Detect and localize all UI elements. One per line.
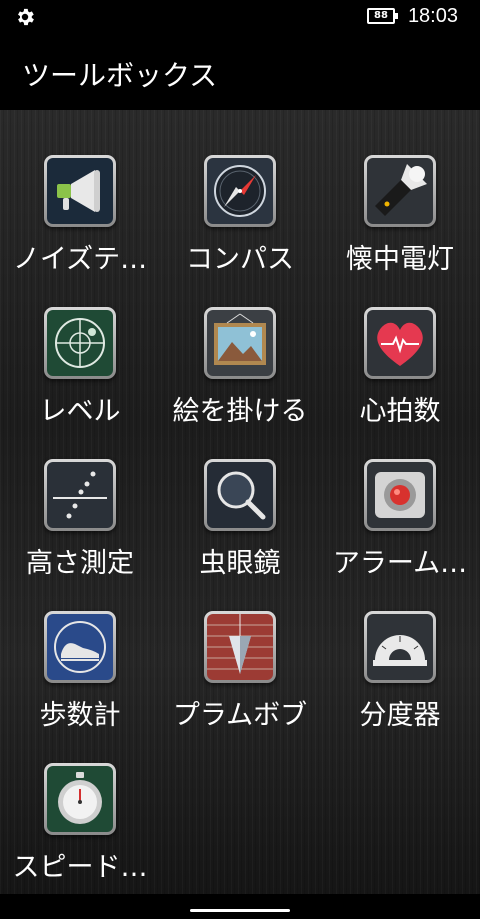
picture-frame-icon [207,310,273,376]
stopwatch-icon [47,766,113,832]
page-title: ツールボックス [22,59,218,92]
tool-label: スピード… [12,852,148,883]
tool-magnifier[interactable]: 虫眼鏡 [160,414,320,579]
tool-speed[interactable]: スピード… [0,718,160,883]
status-clock: 18:03 [407,5,458,27]
protractor-icon [367,614,433,680]
megaphone-icon [47,158,113,224]
tool-heart-rate[interactable]: 心拍数 [320,262,480,427]
status-bar: 88 18:03 [0,0,480,36]
alarm-icon [367,462,433,528]
home-indicator[interactable] [190,909,290,912]
tool-hang-picture[interactable]: 絵を掛ける [160,262,320,427]
magnifier-icon [207,462,273,528]
gear-icon[interactable] [14,6,36,28]
heart-rate-icon [367,310,433,376]
app-bar: ツールボックス [0,36,480,110]
tool-height-measure[interactable]: 高さ測定 [0,414,160,579]
battery-icon: 88 [367,8,398,24]
tool-level[interactable]: レベル [0,262,160,427]
tool-plumb-bob[interactable]: プラムボブ [160,566,320,731]
tool-noise-test[interactable]: ノイズテ… [0,110,160,275]
tool-label: プラムボブ [172,700,308,731]
pedometer-icon [47,614,113,680]
flashlight-icon [367,158,433,224]
tool-flashlight[interactable]: 懐中電灯 [320,110,480,275]
compass-icon [207,158,273,224]
tool-protractor[interactable]: 分度器 [320,566,480,731]
tool-compass[interactable]: コンパス [160,110,320,275]
tool-grid: ノイズテ… コンパス 懐中電灯 レベル 絵を掛ける 心拍数 高さ測定 虫眼鏡 ア… [0,110,480,894]
plumb-bob-icon [207,614,273,680]
level-icon [47,310,113,376]
navigation-bar [0,894,480,919]
tool-alarm[interactable]: アラーム… [320,414,480,579]
height-measure-icon [47,462,113,528]
tool-pedometer[interactable]: 歩数計 [0,566,160,731]
tool-label: 分度器 [359,700,441,731]
